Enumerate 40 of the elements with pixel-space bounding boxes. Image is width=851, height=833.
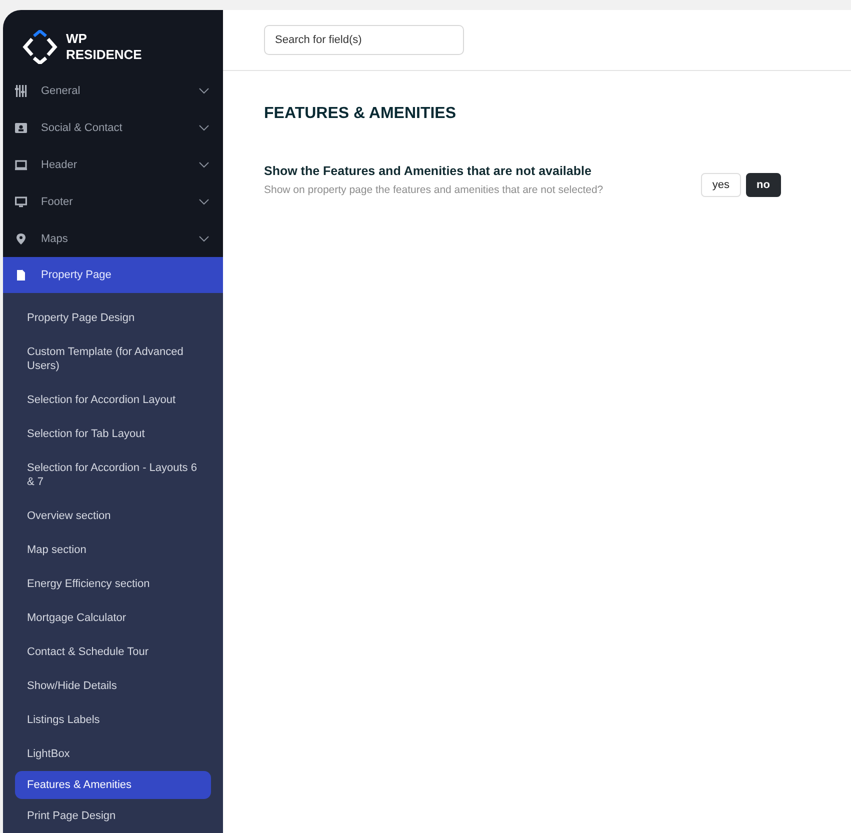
- menu-item[interactable]: Property Page: [3, 257, 223, 293]
- chevron-down-icon: [199, 88, 209, 94]
- submenu-item[interactable]: Selection for Tab Layout: [15, 417, 211, 451]
- submenu-item[interactable]: Energy Efficiency section: [15, 567, 211, 601]
- submenu-item[interactable]: Overview section: [15, 499, 211, 533]
- submenu-item[interactable]: Features & Amenities: [15, 771, 211, 799]
- monitor-icon: [15, 196, 27, 208]
- menu-item[interactable]: Maps: [3, 220, 223, 257]
- setting-description: Show on property page the features and amenities that are not selected?: [264, 184, 604, 196]
- submenu-item[interactable]: Contact & Schedule Tour: [15, 635, 211, 669]
- submenu-item[interactable]: Show/Hide Details: [15, 669, 211, 703]
- option-button[interactable]: yes: [701, 173, 741, 197]
- menu-item[interactable]: Header: [3, 146, 223, 183]
- submenu-item[interactable]: Custom Template (for Advanced Users): [15, 335, 211, 383]
- menu-item[interactable]: Footer: [3, 183, 223, 220]
- submenu-item[interactable]: Property Page Design: [15, 301, 211, 335]
- search-field[interactable]: Search for field(s): [264, 25, 464, 55]
- logo-icon: [22, 30, 58, 64]
- submenu-item[interactable]: Selection for Accordion - Layouts 6 & 7: [15, 451, 211, 499]
- submenu-item[interactable]: Mortgage Calculator: [15, 601, 211, 635]
- submenu-item[interactable]: Listings Labels: [15, 703, 211, 737]
- menu-item[interactable]: Social & Contact: [3, 109, 223, 146]
- chevron-down-icon: [199, 236, 209, 242]
- sliders-icon: [15, 84, 27, 96]
- map-pin-icon: [15, 232, 27, 244]
- page-icon: [15, 269, 27, 281]
- submenu-item[interactable]: Map section: [15, 533, 211, 567]
- menu-item[interactable]: General: [3, 72, 223, 109]
- contact-card-icon: [15, 122, 27, 134]
- submenu-item[interactable]: Print Page Design: [15, 799, 211, 833]
- submenu-item[interactable]: Selection for Accordion Layout: [15, 383, 211, 417]
- logo-text: WP RESIDENCE: [66, 31, 142, 63]
- page-title: FEATURES & AMENITIES: [264, 105, 458, 123]
- option-button[interactable]: no: [746, 173, 781, 197]
- submenu-item[interactable]: LightBox: [15, 737, 211, 771]
- chevron-down-icon: [199, 124, 209, 130]
- chevron-down-icon: [199, 198, 209, 204]
- setting-title: Show the Features and Amenities that are not available: [264, 164, 592, 178]
- laptop-icon: [15, 158, 27, 170]
- chevron-down-icon: [199, 162, 209, 168]
